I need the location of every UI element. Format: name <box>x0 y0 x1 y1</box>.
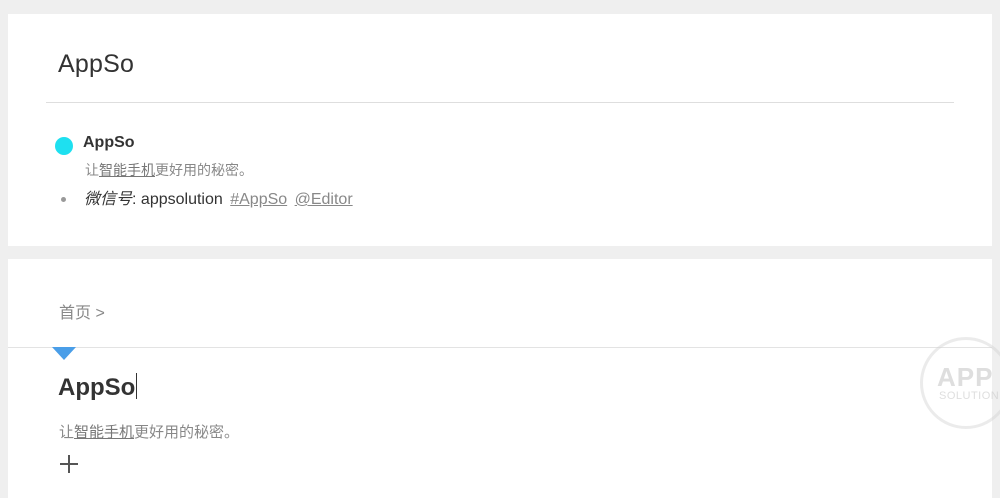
annotation-arrow <box>52 137 76 360</box>
arrow-origin-dot <box>55 137 73 155</box>
watermark-main: APP <box>937 362 994 392</box>
arrow-head <box>52 347 76 360</box>
watermark-sub: SOLUTION <box>939 390 1000 402</box>
